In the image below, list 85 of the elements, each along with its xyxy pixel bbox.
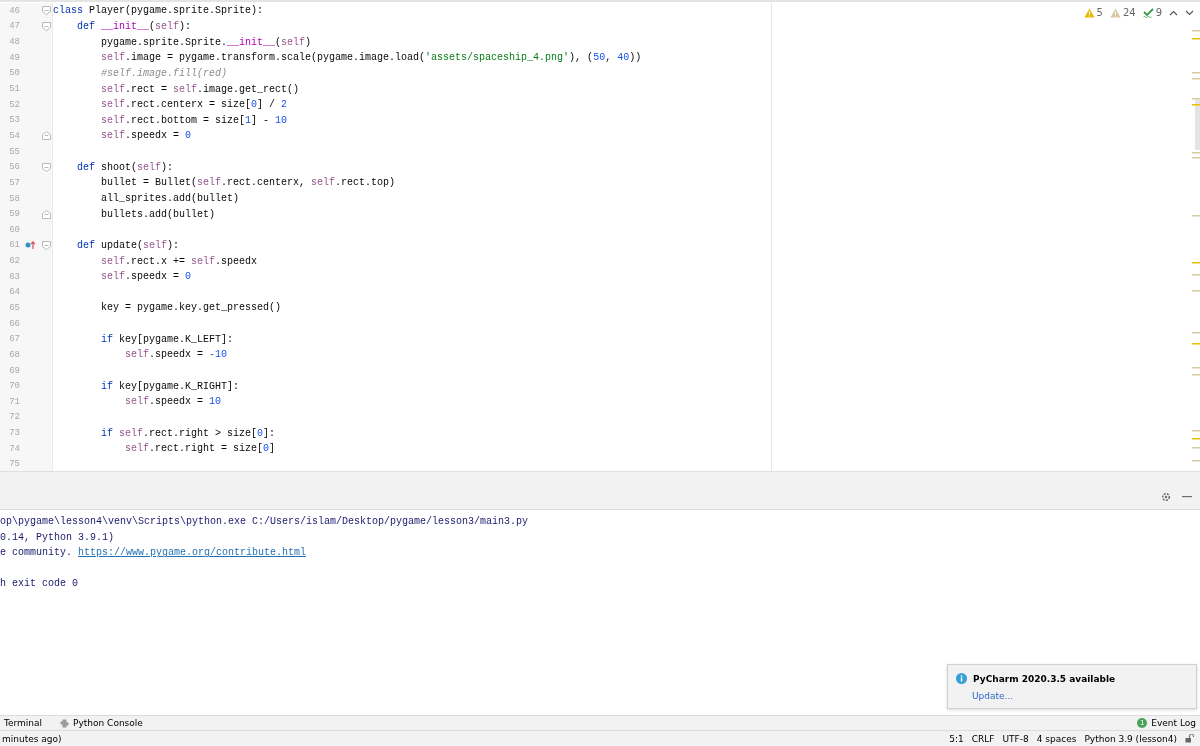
minimize-icon[interactable] — [1182, 496, 1192, 498]
line-number: 57 — [8, 177, 20, 188]
line-number: 71 — [8, 396, 20, 407]
code-line: if self.rect.right > size[0]: — [100, 427, 276, 439]
fold-end-icon[interactable] — [41, 209, 51, 219]
code-line: all_sprites.add(bullet) — [100, 193, 240, 204]
line-number: 50 — [8, 68, 20, 79]
console-output: 0.14, Python 3.9.1) — [0, 531, 115, 543]
code-line: self.speedx = -10 — [124, 349, 228, 361]
console-output: e community. — [0, 547, 72, 559]
fold-icon[interactable] — [41, 6, 51, 16]
line-number: 54 — [8, 130, 20, 141]
line-number: 47 — [8, 21, 20, 32]
inspection-counter[interactable]: 24 — [1109, 7, 1136, 18]
warning-icon — [1083, 7, 1095, 18]
code-line: if key[pygame.K_LEFT]: — [100, 333, 234, 345]
line-number: 75 — [8, 459, 20, 470]
code-line: self.rect.x += self.speedx — [100, 255, 258, 267]
line-number: 49 — [8, 52, 20, 63]
code-line: self.speedx = 0 — [100, 130, 192, 142]
status-item[interactable]: 4 spaces — [1036, 733, 1077, 744]
warning-icon — [1109, 7, 1121, 18]
fold-icon[interactable] — [41, 21, 51, 31]
info-icon — [956, 673, 967, 684]
line-number: 73 — [8, 428, 20, 439]
code-line: def update(self): — [76, 239, 180, 251]
notification-title: PyCharm 2020.3.5 available — [973, 673, 1116, 684]
line-number: 70 — [8, 381, 20, 392]
tool-window-tab[interactable]: Python Console — [60, 718, 143, 728]
line-number: 55 — [8, 146, 20, 157]
status-item[interactable]: UTF-8 — [1002, 733, 1029, 744]
line-number: 68 — [8, 349, 20, 360]
code-line: if key[pygame.K_RIGHT]: — [100, 380, 240, 392]
line-number: 64 — [8, 287, 20, 298]
inspection-counter[interactable]: 5 — [1083, 7, 1103, 18]
console-output: op\pygame\lesson4\venv\Scripts\python.exe C:/Users/islam/Desktop/pygame/lesson3/main3.py — [0, 516, 529, 528]
line-number: 61 — [8, 240, 20, 251]
line-number: 59 — [8, 209, 20, 220]
status-message: minutes ago) — [2, 733, 62, 744]
line-number: 72 — [8, 412, 20, 423]
line-number: 65 — [8, 303, 20, 313]
code-line: self.rect.centerx = size[0] / 2 — [100, 99, 288, 111]
line-number: 51 — [8, 84, 20, 94]
code-line: bullet = Bullet(self.rect.centerx, self.rect.top) — [100, 177, 396, 189]
fold-icon[interactable] — [41, 162, 51, 172]
code-line: def shoot(self): — [76, 161, 174, 173]
tool-window-tab[interactable]: Terminal — [4, 718, 43, 728]
line-number: 46 — [8, 5, 20, 16]
update-link[interactable]: Update... — [972, 691, 1014, 701]
line-number: 67 — [8, 334, 20, 345]
code-line: self.rect.right = size[0] — [124, 443, 276, 455]
check-icon — [1142, 7, 1154, 18]
code-line: def __init__(self): — [76, 20, 192, 32]
line-number: 74 — [8, 443, 20, 454]
code-line: self.image = pygame.transform.scale(pygame.image.load('assets/spaceship_4.png'), (50, 40)) — [100, 52, 642, 64]
code-line: pygame.sprite.Sprite.__init__(self) — [100, 36, 312, 48]
line-number: 63 — [8, 271, 20, 282]
fold-end-icon[interactable] — [41, 131, 51, 141]
line-number: 66 — [8, 318, 20, 329]
code-line: self.rect.bottom = size[1] - 10 — [100, 114, 288, 126]
lock-icon[interactable] — [1185, 734, 1194, 743]
fold-icon[interactable] — [41, 240, 51, 250]
code-line: key = pygame.key.get_pressed() — [100, 302, 282, 314]
code-line: #self.image.fill(red) — [100, 67, 228, 79]
code-line: self.rect = self.image.get_rect() — [100, 83, 300, 95]
line-number: 52 — [8, 99, 20, 110]
line-number: 56 — [8, 162, 20, 173]
line-number: 62 — [8, 256, 20, 267]
console-link[interactable]: https://www.pygame.org/contribute.html — [78, 547, 307, 559]
status-item[interactable]: Python 3.9 (lesson4) — [1084, 733, 1177, 744]
line-number: 58 — [8, 193, 20, 204]
override-icon[interactable] — [25, 240, 35, 251]
line-number: 69 — [8, 365, 20, 376]
status-item[interactable]: CRLF — [971, 733, 995, 744]
code-line: bullets.add(bullet) — [100, 208, 216, 220]
code-line: self.speedx = 0 — [100, 271, 192, 283]
line-number: 53 — [8, 115, 20, 126]
code-line: class Player(pygame.sprite.Sprite): — [53, 5, 264, 17]
line-number: 60 — [8, 224, 20, 235]
code-line: self.speedx = 10 — [124, 396, 222, 408]
console-output: h exit code 0 — [0, 578, 78, 590]
line-number: 48 — [8, 37, 20, 48]
status-item[interactable]: 5:1 — [949, 733, 964, 744]
settings-icon[interactable] — [1160, 491, 1172, 503]
inspection-counter[interactable]: 9 — [1142, 7, 1162, 18]
